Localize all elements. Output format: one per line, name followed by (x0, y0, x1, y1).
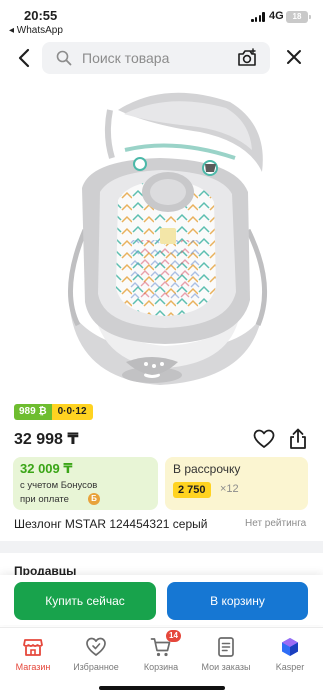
network-type: 4G (269, 10, 284, 22)
buy-now-button[interactable]: Купить сейчас (14, 582, 156, 620)
nav-item-cart[interactable]: 14 Корзина (129, 630, 193, 676)
store-icon (23, 639, 43, 656)
favorite-button[interactable] (253, 429, 275, 449)
nav-item-orders[interactable]: Мои заказы (194, 634, 258, 676)
bonus-price-card[interactable]: 32 009 ₸ с учетом Бонусов при оплате Б (13, 457, 158, 510)
back-button[interactable] (14, 46, 36, 70)
price-badges: 989 ₿ 0·0·12 (14, 404, 93, 420)
nav-label-kasper: Kasper (275, 662, 305, 672)
share-icon (290, 428, 306, 449)
status-time: 20:55 (24, 8, 58, 23)
kasper-cube-icon (282, 638, 298, 656)
close-button[interactable] (284, 47, 304, 67)
heart-icon (253, 429, 275, 448)
installment-badge: 0·0·12 (51, 404, 93, 420)
status-bar: 20:55 ◂ WhatsApp 4G 18 (0, 0, 323, 40)
installment-amount: 2 750 (173, 482, 211, 498)
add-to-cart-button[interactable]: В корзину (167, 582, 308, 620)
nav-item-favorites[interactable]: Избранное (64, 634, 128, 676)
home-indicator[interactable] (99, 686, 225, 690)
orders-list-icon (218, 637, 234, 657)
nav-label-shop: Магазин (15, 662, 51, 672)
nav-label-favorites: Избранное (73, 662, 119, 672)
camera-search-icon[interactable] (236, 48, 258, 68)
installment-title: В рассрочку (173, 462, 241, 476)
product-screen: 20:55 ◂ WhatsApp 4G 18 Поиск товара 989 … (0, 0, 323, 699)
nav-item-shop[interactable]: Магазин (1, 634, 65, 676)
chevron-left-icon (18, 48, 30, 68)
nav-item-kasper[interactable]: Kasper (258, 634, 322, 676)
back-to-app-link[interactable]: ◂ WhatsApp (9, 25, 63, 36)
bonus-caption-line1: с учетом Бонусов (20, 480, 98, 491)
search-input[interactable]: Поиск товара (82, 50, 169, 66)
cart-count-badge: 14 (166, 630, 181, 642)
section-divider (0, 541, 323, 553)
installment-card[interactable]: В рассрочку 2 750 ×12 (165, 457, 308, 510)
nav-label-cart: Корзина (143, 662, 179, 672)
close-icon (287, 50, 301, 64)
installment-multiplier: ×12 (220, 483, 239, 495)
rating-status[interactable]: Нет рейтинга (245, 518, 306, 529)
bonus-caption-line2: при оплате (20, 494, 69, 505)
battery-icon: 18 (286, 11, 308, 23)
nav-label-orders: Мои заказы (201, 662, 251, 672)
product-image[interactable] (0, 80, 323, 400)
signal-icon (251, 12, 265, 22)
battery-tip (309, 15, 311, 19)
bonus-coin-icon: Б (88, 493, 100, 505)
product-title: Шезлонг MSTAR 124454321 серый (14, 517, 208, 531)
product-price: 32 998 ₸ (14, 431, 79, 448)
favorites-heart-icon (86, 637, 106, 656)
search-icon (56, 50, 72, 66)
share-button[interactable] (288, 428, 308, 450)
search-bar[interactable]: Поиск товара (42, 42, 270, 74)
price-badge: 989 ₿ (14, 404, 52, 420)
bonus-price: 32 009 ₸ (20, 461, 73, 476)
action-bar: Купить сейчас В корзину (0, 575, 323, 625)
